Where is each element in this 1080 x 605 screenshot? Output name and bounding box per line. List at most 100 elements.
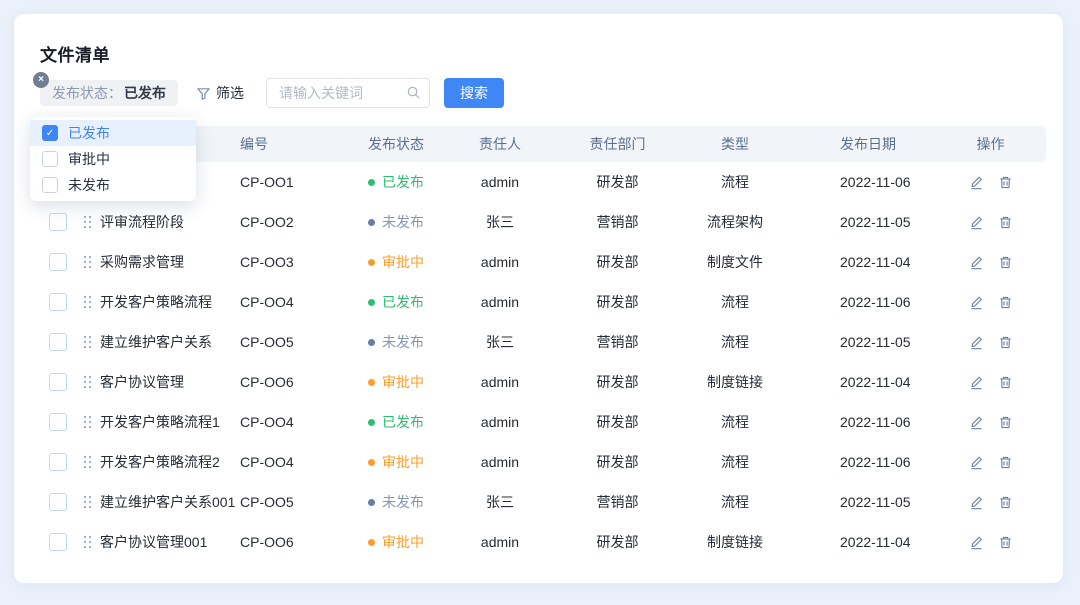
search-button[interactable]: 搜索 <box>444 78 504 108</box>
edit-icon[interactable] <box>969 295 984 310</box>
row-date: 2022-11-05 <box>790 334 935 350</box>
row-ops-cell <box>935 415 1046 430</box>
row-date: 2022-11-05 <box>790 214 935 230</box>
status-dot-icon <box>368 259 375 266</box>
row-dept: 研发部 <box>555 412 680 432</box>
header-type: 类型 <box>680 134 790 154</box>
row-dept: 营销部 <box>555 492 680 512</box>
delete-icon[interactable] <box>998 495 1013 510</box>
row-dept: 营销部 <box>555 212 680 232</box>
row-checkbox[interactable] <box>49 493 67 511</box>
row-name: 评审流程阶段 <box>100 212 240 232</box>
status-dot-icon <box>368 499 375 506</box>
delete-icon[interactable] <box>998 215 1013 230</box>
edit-icon[interactable] <box>969 175 984 190</box>
row-date: 2022-11-05 <box>790 494 935 510</box>
row-date: 2022-11-06 <box>790 174 935 190</box>
row-type: 流程 <box>680 332 790 352</box>
row-code: CP-OO4 <box>240 454 340 470</box>
dropdown-option[interactable]: ✓已发布 <box>30 120 196 146</box>
row-handle-cell <box>76 536 100 549</box>
row-checkbox[interactable] <box>49 253 67 271</box>
row-status: 审批中 <box>340 532 445 552</box>
row-owner: 张三 <box>445 492 555 512</box>
row-checkbox[interactable] <box>49 213 67 231</box>
row-handle-cell <box>76 296 100 309</box>
delete-icon[interactable] <box>998 175 1013 190</box>
close-icon[interactable]: × <box>33 72 49 88</box>
row-name: 客户协议管理 <box>100 372 240 392</box>
edit-icon[interactable] <box>969 455 984 470</box>
search-icon <box>406 85 421 105</box>
row-handle-cell <box>76 216 100 229</box>
delete-icon[interactable] <box>998 415 1013 430</box>
row-ops-cell <box>935 295 1046 310</box>
drag-handle-icon[interactable] <box>84 336 92 349</box>
filter-button-label: 筛选 <box>216 83 244 103</box>
status-label: 未发布 <box>382 492 424 512</box>
table-row: 开发客户策略流程1CP-OO4已发布admin研发部流程2022-11-06 <box>40 402 1046 442</box>
table-row: 建立维护客户关系001CP-OO5未发布张三营销部流程2022-11-05 <box>40 482 1046 522</box>
filter-button[interactable]: 筛选 <box>196 83 244 103</box>
edit-icon[interactable] <box>969 335 984 350</box>
row-checkbox[interactable] <box>49 293 67 311</box>
row-select-cell <box>40 333 76 351</box>
drag-handle-icon[interactable] <box>84 296 92 309</box>
row-owner: admin <box>445 174 555 190</box>
row-date: 2022-11-06 <box>790 294 935 310</box>
row-checkbox[interactable] <box>49 333 67 351</box>
edit-icon[interactable] <box>969 255 984 270</box>
row-status: 已发布 <box>340 412 445 432</box>
delete-icon[interactable] <box>998 375 1013 390</box>
drag-handle-icon[interactable] <box>84 376 92 389</box>
edit-icon[interactable] <box>969 375 984 390</box>
row-select-cell <box>40 213 76 231</box>
edit-icon[interactable] <box>969 415 984 430</box>
drag-handle-icon[interactable] <box>84 536 92 549</box>
checkbox-unchecked[interactable] <box>42 177 58 193</box>
delete-icon[interactable] <box>998 335 1013 350</box>
row-code: CP-OO3 <box>240 254 340 270</box>
status-filter-tag[interactable]: × 发布状态： 已发布 <box>40 80 178 106</box>
header-date: 发布日期 <box>790 134 935 154</box>
table-row: 客户协议管理001CP-OO6审批中admin研发部制度链接2022-11-04 <box>40 522 1046 562</box>
row-type: 流程 <box>680 452 790 472</box>
dropdown-option[interactable]: 未发布 <box>30 172 196 198</box>
table-row: 客户协议管理CP-OO6审批中admin研发部制度链接2022-11-04 <box>40 362 1046 402</box>
drag-handle-icon[interactable] <box>84 456 92 469</box>
row-code: CP-OO1 <box>240 174 340 190</box>
checkbox-checked[interactable]: ✓ <box>42 125 58 141</box>
row-owner: admin <box>445 254 555 270</box>
delete-icon[interactable] <box>998 535 1013 550</box>
status-dot-icon <box>368 379 375 386</box>
file-list-card: 文件清单 × 发布状态： 已发布 筛选 搜索 ✓已发布审批中未发布 编号 <box>14 14 1063 583</box>
row-checkbox[interactable] <box>49 453 67 471</box>
row-status: 审批中 <box>340 452 445 472</box>
row-checkbox[interactable] <box>49 533 67 551</box>
delete-icon[interactable] <box>998 455 1013 470</box>
edit-icon[interactable] <box>969 215 984 230</box>
row-date: 2022-11-06 <box>790 454 935 470</box>
row-owner: admin <box>445 414 555 430</box>
dropdown-option-label: 审批中 <box>68 149 110 169</box>
row-code: CP-OO6 <box>240 374 340 390</box>
dropdown-option[interactable]: 审批中 <box>30 146 196 172</box>
drag-handle-icon[interactable] <box>84 256 92 269</box>
edit-icon[interactable] <box>969 535 984 550</box>
drag-handle-icon[interactable] <box>84 496 92 509</box>
status-dot-icon <box>368 419 375 426</box>
edit-icon[interactable] <box>969 495 984 510</box>
row-code: CP-OO4 <box>240 414 340 430</box>
row-checkbox[interactable] <box>49 413 67 431</box>
checkbox-unchecked[interactable] <box>42 151 58 167</box>
delete-icon[interactable] <box>998 295 1013 310</box>
status-label: 审批中 <box>382 452 424 472</box>
drag-handle-icon[interactable] <box>84 416 92 429</box>
drag-handle-icon[interactable] <box>84 216 92 229</box>
search-input[interactable] <box>277 79 401 107</box>
row-status: 已发布 <box>340 172 445 192</box>
filter-icon <box>196 86 211 101</box>
row-checkbox[interactable] <box>49 373 67 391</box>
row-owner: admin <box>445 454 555 470</box>
delete-icon[interactable] <box>998 255 1013 270</box>
